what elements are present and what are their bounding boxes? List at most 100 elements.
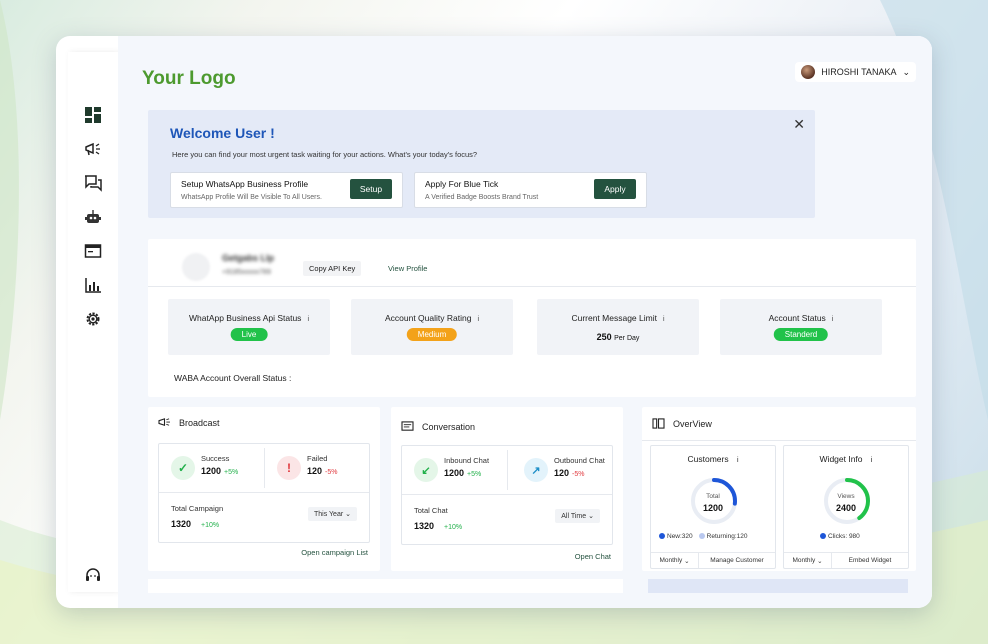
setup-button[interactable]: Setup: [350, 179, 392, 199]
metric-value: 120: [307, 466, 323, 476]
total-value: 1320: [171, 519, 192, 529]
card-header: Broadcast: [158, 417, 220, 428]
metric-delta: -5%: [572, 471, 585, 478]
waba-status-label: WABA Account Overall Status :: [174, 373, 292, 383]
status-badge: Standerd: [773, 328, 829, 341]
stat-label: Account Quality Rating: [384, 313, 472, 323]
period-value: This Year: [313, 511, 344, 518]
task-blue-tick: Apply For Blue Tick A Verified Badge Boo…: [414, 172, 647, 208]
legend-dot: [820, 533, 826, 539]
period-value: All Time: [561, 513, 587, 520]
sidebar-item-support[interactable]: [82, 564, 104, 586]
card-title: OverView: [673, 418, 712, 429]
brand-logo: Your Logo: [142, 68, 236, 89]
view-profile-link[interactable]: View Profile: [388, 264, 427, 273]
sidebar-item-settings[interactable]: [82, 308, 104, 330]
customers-box: Customers i Total 1200 New:320 Returning…: [650, 445, 776, 569]
info-icon[interactable]: i: [832, 316, 834, 323]
info-icon[interactable]: i: [663, 316, 665, 323]
period-dropdown[interactable]: Monthly ⌄: [651, 553, 699, 568]
columns-icon: [652, 418, 665, 429]
legend-new: New:320: [667, 533, 693, 540]
manage-customer-button[interactable]: Manage Customer: [699, 553, 775, 568]
conversation-metrics: ↙ Inbound Chat 1200 +5% ↗ Outbound Chat 1…: [401, 445, 613, 545]
task-title: Setup WhatsApp Business Profile: [181, 179, 309, 189]
headset-icon: [86, 568, 100, 581]
copy-api-key-button[interactable]: Copy API Key: [303, 261, 362, 276]
stat-api-status: WhatApp Business Api Status i Live: [168, 299, 330, 355]
chevron-down-icon: ⌄: [588, 513, 594, 520]
period-dropdown[interactable]: This Year ⌄: [307, 507, 357, 521]
donut-label: Total: [706, 493, 720, 500]
info-icon[interactable]: i: [737, 457, 739, 464]
open-campaign-list-link[interactable]: Open campaign List: [301, 548, 368, 557]
info-icon[interactable]: i: [871, 457, 873, 464]
customers-donut: [691, 478, 737, 524]
period-dropdown[interactable]: Monthly ⌄: [784, 553, 832, 568]
total-campaign: Total Campaign 1320 +10%: [171, 504, 223, 529]
info-icon[interactable]: i: [307, 316, 309, 323]
conversation-card: Conversation ↙ Inbound Chat 1200 +5% ↗ Ou…: [391, 407, 623, 571]
metric-label: Outbound Chat: [554, 456, 605, 465]
main-content: Your Logo HIROSHI TANAKA ⌄ Welcome User …: [118, 36, 932, 608]
megaphone-icon: [85, 142, 100, 156]
next-row-card: [148, 579, 623, 593]
close-icon[interactable]: ✕: [793, 116, 805, 133]
metric-delta: +5%: [224, 469, 239, 476]
welcome-subtitle: Here you can find your most urgent task …: [172, 150, 478, 159]
chat-icon: [85, 175, 102, 192]
chevron-down-icon: ⌄: [684, 557, 690, 565]
sidebar-item-dashboard[interactable]: [82, 104, 104, 126]
business-profile-card: Getgabs Llp +9185xxxxx789 Copy API Key V…: [148, 239, 916, 397]
business-name: Getgabs Llp: [222, 253, 275, 263]
donut-legend: Clicks: 980: [820, 533, 860, 540]
task-setup-profile: Setup WhatsApp Business Profile WhatsApp…: [170, 172, 403, 208]
stat-account-status: Account Status i Standerd: [720, 299, 882, 355]
donut-legend: New:320 Returning:120: [659, 533, 748, 540]
stat-label: Account Status: [768, 313, 826, 323]
sidebar-item-templates[interactable]: [82, 240, 104, 262]
legend-dot: [659, 533, 665, 539]
open-chat-link[interactable]: Open Chat: [575, 552, 611, 561]
sidebar-item-broadcast[interactable]: [82, 138, 104, 160]
task-desc: WhatsApp Profile Will Be Visible To All …: [181, 194, 322, 201]
check-circle-icon: ✓: [171, 456, 195, 480]
box-title: Customers: [687, 454, 729, 464]
avatar: [801, 65, 816, 79]
stat-message-limit: Current Message Limit i 250 Per Day: [537, 299, 699, 355]
sidebar-item-bot[interactable]: [82, 206, 104, 228]
arrow-up-right-icon: ↗: [524, 458, 548, 482]
total-label: Total Chat: [414, 506, 448, 515]
total-delta: +10%: [444, 524, 463, 531]
message-limit-value: 250: [596, 332, 612, 342]
message-limit-unit: Per Day: [614, 335, 640, 342]
status-badge: Medium: [406, 328, 458, 341]
card-header: OverView: [642, 407, 916, 441]
embed-widget-button[interactable]: Embed Widget: [832, 553, 908, 568]
total-label: Total Campaign: [171, 504, 224, 513]
period-dropdown[interactable]: All Time ⌄: [555, 509, 600, 523]
metric-label: Success: [201, 454, 230, 463]
welcome-title: Welcome User !: [170, 125, 275, 141]
business-phone: +9185xxxxx789: [222, 269, 271, 276]
next-row-card: [648, 579, 908, 593]
metric-value: 120: [554, 468, 570, 478]
sidebar-item-analytics[interactable]: [82, 274, 104, 296]
metric-delta: +5%: [467, 471, 482, 478]
app-window: Your Logo HIROSHI TANAKA ⌄ Welcome User …: [56, 36, 932, 608]
info-icon[interactable]: i: [477, 316, 479, 323]
donut-value: 1200: [702, 503, 724, 513]
sidebar-item-conversation[interactable]: [82, 172, 104, 194]
legend-returning: Returning:120: [706, 533, 748, 540]
message-icon: [401, 421, 414, 431]
stat-quality-rating: Account Quality Rating i Medium: [351, 299, 513, 355]
browser-window-icon: [84, 244, 102, 258]
legend-clicks: Clicks: 980: [828, 533, 860, 540]
overview-card: OverView Customers i Total 1200 New:320 …: [642, 407, 916, 571]
task-title: Apply For Blue Tick: [425, 179, 499, 189]
task-desc: A Verified Badge Boosts Brand Trust: [425, 194, 539, 201]
card-title: Broadcast: [179, 417, 220, 428]
apply-button[interactable]: Apply: [594, 179, 636, 199]
user-menu[interactable]: HIROSHI TANAKA ⌄: [795, 62, 916, 82]
widget-donut: [824, 478, 870, 524]
